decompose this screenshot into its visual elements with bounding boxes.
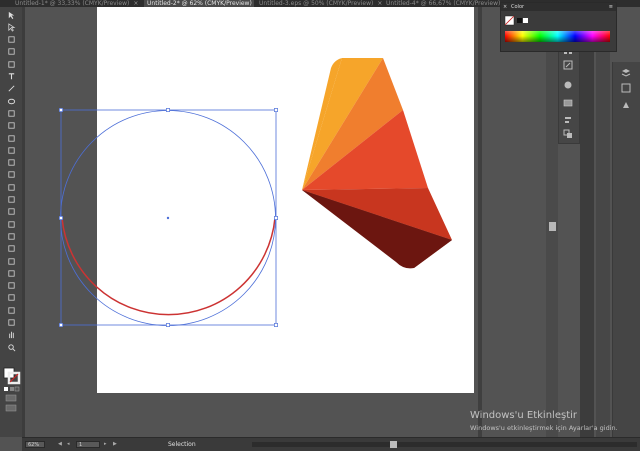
resize-handle[interactable]	[59, 323, 63, 327]
activation-watermark-subtitle: Windows'u etkinleştirmek için Ayarlar'a …	[470, 424, 618, 432]
vertical-scroll-thumb[interactable]	[549, 222, 556, 231]
last-artboard-icon[interactable]: ▶	[113, 438, 117, 451]
resize-handle[interactable]	[274, 323, 278, 327]
canvas-right-edge	[478, 7, 482, 437]
horizontal-scrollbar[interactable]	[252, 442, 637, 447]
canvas-artwork	[59, 58, 452, 327]
graphic-styles-panel-icon[interactable]	[562, 98, 574, 108]
appearance-panel-icon[interactable]	[620, 83, 632, 93]
current-tool-label: Selection	[168, 441, 196, 448]
horizontal-scroll-thumb[interactable]	[390, 441, 397, 448]
resize-handle[interactable]	[274, 216, 278, 220]
resize-handle[interactable]	[59, 216, 63, 220]
layers-panel-icon[interactable]	[620, 68, 632, 78]
color-panel-swatches[interactable]	[504, 14, 534, 28]
center-point	[166, 216, 170, 220]
zoom-level-field[interactable]: 62%	[25, 441, 45, 448]
symbols-panel-icon[interactable]	[562, 80, 574, 90]
artboard-number-field[interactable]: 1	[76, 441, 100, 448]
prev-artboard-icon[interactable]: ◂	[67, 438, 70, 451]
resize-handle[interactable]	[166, 323, 170, 327]
activation-watermark-title: Windows'u Etkinleştir	[470, 410, 578, 421]
brushes-panel-icon[interactable]	[562, 60, 574, 70]
resize-handle[interactable]	[274, 108, 278, 112]
color-panel-close-icon[interactable]: ×	[503, 3, 507, 11]
color-panel: × Color ≡	[500, 2, 617, 52]
white-swatch[interactable]	[523, 18, 528, 23]
color-spectrum[interactable]	[505, 31, 610, 42]
resize-handle[interactable]	[59, 108, 63, 112]
status-bar: 62% ◀ ◂ 1 ▸ ▶ Selection	[22, 437, 640, 451]
color-panel-title: Color	[511, 4, 525, 10]
first-artboard-icon[interactable]: ◀	[58, 438, 62, 451]
resize-handle[interactable]	[166, 108, 170, 112]
next-artboard-icon[interactable]: ▸	[104, 438, 107, 451]
panel-menu-icon[interactable]: ≡	[609, 3, 613, 11]
collapsed-panel-column	[596, 7, 610, 437]
color-panel-header[interactable]: × Color ≡	[501, 3, 616, 11]
black-swatch[interactable]	[517, 18, 522, 23]
circle-red-stroke	[61, 217, 276, 316]
libraries-panel-icon[interactable]	[620, 100, 632, 110]
fan-shape-group[interactable]	[302, 58, 452, 269]
transform-panel-icon[interactable]	[562, 129, 574, 139]
align-panel-icon[interactable]	[562, 115, 574, 125]
dock-gap	[580, 7, 594, 437]
right-panel-strip	[612, 62, 640, 437]
